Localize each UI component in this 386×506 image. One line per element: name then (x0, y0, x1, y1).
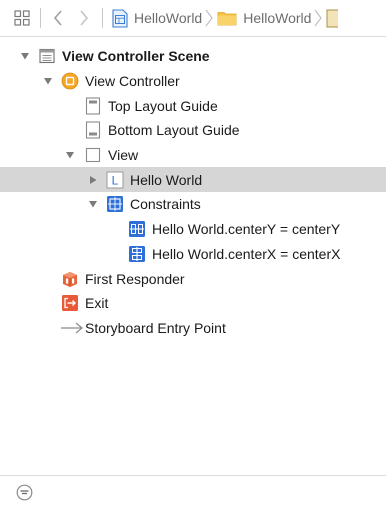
entry-point-arrow-icon (60, 319, 84, 337)
outline-row-view-controller-scene[interactable]: View Controller Scene (0, 44, 386, 69)
breadcrumb-label: HelloWorld (134, 10, 203, 26)
breadcrumb-separator-icon (205, 9, 213, 27)
outline-row-label: Constraints (130, 196, 201, 213)
chevron-right-icon[interactable] (76, 9, 92, 27)
disclosure-open-icon[interactable] (65, 150, 75, 160)
outline-row-label: Top Layout Guide (108, 97, 218, 114)
toolbar-divider (102, 8, 103, 28)
label-icon: L (106, 171, 124, 189)
disclosure-open-icon[interactable] (88, 199, 98, 209)
yellow-folder-icon (217, 10, 237, 26)
outline-row-label: View (108, 147, 139, 164)
breadcrumb-separator-icon (314, 9, 323, 27)
top-layout-guide-icon (84, 97, 102, 115)
document-outline-tree: View Controller Scene View Controller To… (0, 44, 386, 340)
center-x-constraint-icon (128, 245, 146, 263)
outline-row-label: Hello World.centerX = centerX (152, 245, 341, 262)
bottom-layout-guide-icon (84, 121, 102, 139)
chevron-left-icon[interactable] (50, 9, 66, 27)
outline-row-label: Storyboard Entry Point (85, 319, 226, 336)
outline-row-label: Hello World.centerY = centerY (152, 221, 341, 238)
disclosure-closed-icon[interactable] (88, 175, 98, 185)
view-controller-icon (61, 72, 79, 90)
outline-filter-bar (0, 475, 386, 506)
outline-row-hello-world-label[interactable]: L Hello World (0, 167, 386, 193)
breadcrumb-next[interactable] (326, 9, 344, 28)
exit-icon (61, 294, 79, 312)
outline-row-storyboard-entry-point[interactable]: Storyboard Entry Point (0, 316, 386, 341)
outline-row-label: First Responder (85, 270, 185, 287)
breadcrumb-folder[interactable]: HelloWorld (217, 10, 311, 26)
outline-row-constraint-center-x[interactable]: Hello World.centerX = centerX (0, 242, 386, 267)
related-items-grid-icon[interactable] (13, 9, 31, 27)
outline-row-label: View Controller Scene (62, 48, 210, 65)
outline-row-bottom-layout-guide[interactable]: Bottom Layout Guide (0, 118, 386, 143)
jump-bar: HelloWorld HelloWorld (0, 0, 386, 37)
breadcrumb-label: HelloWorld (243, 10, 312, 26)
svg-text:L: L (112, 173, 119, 187)
outline-row-constraint-center-y[interactable]: Hello World.centerY = centerY (0, 217, 386, 242)
first-responder-icon (61, 270, 79, 288)
disclosure-open-icon[interactable] (43, 76, 53, 86)
outline-row-constraints[interactable]: Constraints (0, 192, 386, 217)
filter-icon[interactable] (16, 484, 33, 501)
toolbar-divider (40, 8, 41, 28)
view-icon (84, 146, 102, 164)
outline-row-label: View Controller (85, 73, 180, 90)
outline-row-label: Exit (85, 295, 109, 312)
outline-row-first-responder[interactable]: First Responder (0, 266, 386, 291)
scene-icon (38, 47, 56, 65)
constraints-icon (106, 195, 124, 213)
outline-row-top-layout-guide[interactable]: Top Layout Guide (0, 93, 386, 118)
outline-row-label: Hello World (130, 171, 203, 188)
outline-row-exit[interactable]: Exit (0, 291, 386, 316)
breadcrumb-project[interactable]: HelloWorld (112, 8, 203, 28)
disclosure-open-icon[interactable] (20, 51, 30, 61)
project-file-icon (112, 8, 128, 28)
outline-row-view-controller[interactable]: View Controller (0, 69, 386, 94)
outline-row-label: Bottom Layout Guide (108, 122, 240, 139)
center-y-constraint-icon (128, 220, 146, 238)
outline-row-view[interactable]: View (0, 143, 386, 168)
storyboard-file-icon (326, 9, 339, 28)
document-outline-panel: HelloWorld HelloWorld View Controller Sc… (0, 0, 386, 506)
